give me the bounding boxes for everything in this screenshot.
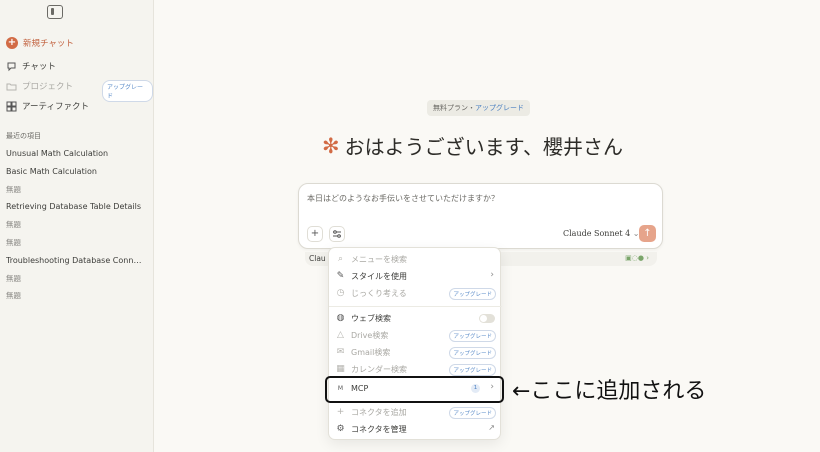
web-search-toggle[interactable] [479,314,495,323]
folder-icon [6,81,17,92]
sliders-icon [333,230,341,238]
send-button[interactable]: ↑ [639,225,656,242]
upgrade-badge[interactable]: アップグレード [449,347,496,359]
plan-separator: ・ [468,104,475,112]
recent-item[interactable]: Retrieving Database Table Details [6,198,146,216]
recent-item[interactable]: 無題 [6,234,146,252]
calendar-icon: ▦ [336,364,345,374]
external-link-icon: ↗ [488,423,495,432]
menu-item-label: ウェブ検索 [351,314,391,323]
menu-item-web-search[interactable]: ◍ ウェブ検索 [329,310,502,327]
plan-label: 無料プラン [433,104,468,112]
sidebar-toggle-icon[interactable] [47,5,63,19]
projects-upgrade-badge[interactable]: アップグレード [102,80,153,102]
sidebar-item-label: アーティファクト [22,102,89,112]
plan-badge[interactable]: 無料プラン・アップグレード [427,100,530,116]
menu-item-gmail[interactable]: ✉ Gmail検索 アップグレード [329,344,502,361]
menu-item-label: じっくり考える [351,289,407,298]
menu-item-add-connector[interactable]: + コネクタを追加 アップグレード [329,404,502,421]
chat-input-placeholder[interactable]: 本日はどのようなお手伝いをさせていただけますか？ [307,193,499,204]
upgrade-badge[interactable]: アップグレード [449,407,496,419]
new-chat-label: 新規チャット [23,39,74,49]
drive-icon: △ [337,330,344,340]
plus-icon: + [6,37,18,49]
sidebar-item-projects[interactable]: プロジェクト [6,80,73,92]
recent-list: Unusual Math Calculation Basic Math Calc… [6,145,146,305]
menu-search-placeholder: メニューを検索 [351,255,407,264]
clock-icon: ◷ [336,288,345,298]
chat-bubble-icon [6,61,17,72]
tools-menu: ⌕ メニューを検索 ✎ スタイルを使用 › ◷ じっくり考える アップグレード … [328,247,502,440]
recent-item[interactable]: Troubleshooting Database Connec... [6,252,146,270]
menu-item-think[interactable]: ◷ じっくり考える アップグレード [329,285,502,302]
sidebar-item-label: チャット [22,62,56,72]
tools-button[interactable] [329,226,345,242]
menu-item-drive[interactable]: △ Drive検索 アップグレード [329,327,502,344]
gear-icon: ⚙ [336,424,345,434]
model-selector[interactable]: Claude Sonnet 4 ⌄ [563,229,639,238]
menu-item-manage-connectors[interactable]: ⚙ コネクタを管理 ↗ [329,421,502,438]
recent-item[interactable]: Basic Math Calculation [6,163,146,181]
recent-item[interactable]: 無題 [6,181,146,199]
greeting-text: おはようございます、櫻井さん [344,135,624,159]
sidebar-item-label: プロジェクト [22,82,74,92]
menu-item-label: スタイルを使用 [351,272,407,281]
upgrade-badge[interactable]: アップグレード [449,330,496,342]
globe-icon: ◍ [336,313,345,323]
new-chat-button[interactable]: + 新規チャット [6,37,74,49]
pen-icon: ✎ [336,271,345,281]
gmail-icon: ✉ [336,347,345,357]
menu-item-style[interactable]: ✎ スタイルを使用 › [329,268,502,285]
upgrade-link[interactable]: アップグレード [475,104,524,112]
artifacts-icon [6,101,17,112]
upgrade-badge[interactable]: アップグレード [449,364,496,376]
model-name: Claude Sonnet 4 [563,229,631,238]
sidebar: + 新規チャット チャット プロジェクト アップグレード アーティファクト 最近… [0,0,154,452]
annotation-text: ←ここに追加される [512,379,707,404]
plus-icon: + [336,407,345,417]
chevron-right-icon: › [490,270,494,280]
arrow-up-icon: ↑ [643,228,652,239]
menu-divider [329,306,502,307]
menu-item-label: コネクタを追加 [351,408,407,417]
chat-input-box[interactable]: 本日はどのようなお手伝いをさせていただけますか？ + Claude Sonnet… [298,183,663,249]
recent-item[interactable]: Unusual Math Calculation [6,145,146,163]
upgrade-badge[interactable]: アップグレード [449,288,496,300]
add-attachment-button[interactable]: + [307,226,323,242]
greeting: ✻ おはようございます、櫻井さん [322,131,623,160]
integration-icons[interactable]: ▣◌● › [625,254,649,262]
search-icon: ⌕ [337,254,344,264]
claude-logo-icon: ✻ [322,133,340,158]
sidebar-item-chat[interactable]: チャット [6,60,56,72]
recent-header: 最近の項目 [6,132,41,140]
mcp-highlight-box [325,376,504,403]
recent-item[interactable]: 無題 [6,287,146,305]
menu-search-input[interactable]: ⌕ メニューを検索 [329,251,502,268]
input-footer-text: Clau [309,254,326,263]
menu-item-label: コネクタを管理 [351,425,407,434]
recent-item[interactable]: 無題 [6,216,146,234]
plus-icon: + [310,228,320,239]
menu-item-label: カレンダー検索 [351,365,407,374]
menu-item-label: Gmail検索 [351,348,391,357]
sidebar-item-artifacts[interactable]: アーティファクト [6,100,89,112]
menu-item-label: Drive検索 [351,331,389,340]
recent-item[interactable]: 無題 [6,270,146,288]
